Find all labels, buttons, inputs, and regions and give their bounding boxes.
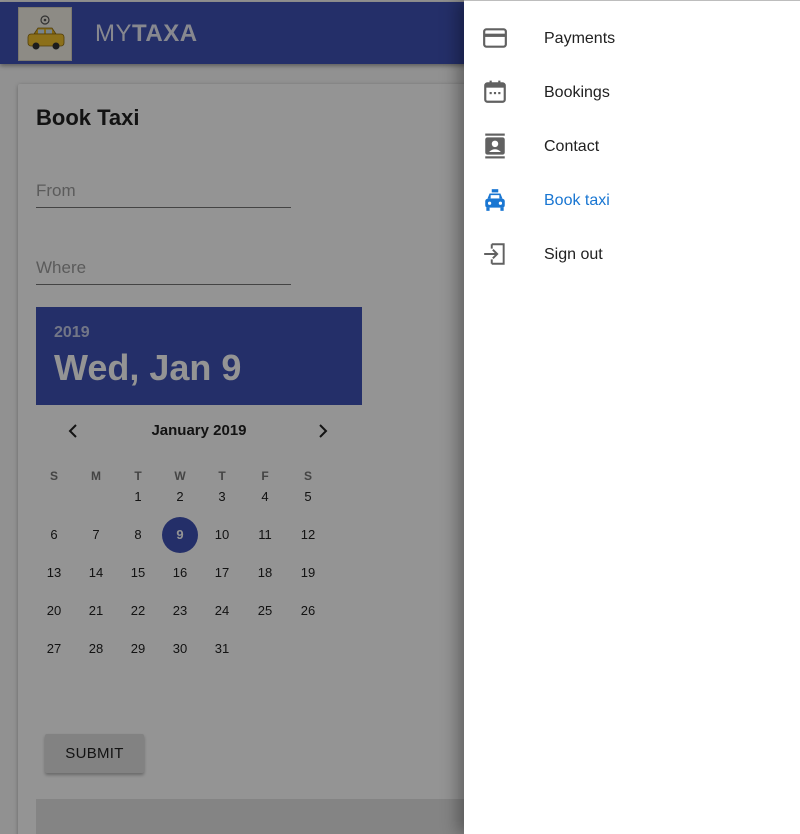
nav-item-label: Bookings — [544, 84, 610, 101]
nav-item-payments[interactable]: Payments — [464, 12, 800, 66]
nav-item-label: Sign out — [544, 246, 603, 263]
nav-item-book-taxi[interactable]: Book taxi — [464, 174, 800, 228]
nav-item-label: Book taxi — [544, 192, 610, 209]
nav-item-bookings[interactable]: Bookings — [464, 66, 800, 120]
credit-card-icon — [483, 28, 507, 48]
nav-item-label: Contact — [544, 138, 600, 155]
nav-item-label: Payments — [544, 30, 616, 47]
calendar-icon — [484, 80, 506, 103]
contact-icon — [485, 133, 505, 159]
nav-item-contact[interactable]: Contact — [464, 120, 800, 174]
sign-out-icon — [484, 243, 505, 265]
nav-item-sign-out[interactable]: Sign out — [464, 228, 800, 282]
navigation-drawer: Payments Bookings Contact Book taxi Sign… — [464, 0, 800, 834]
taxi-icon — [485, 189, 505, 211]
